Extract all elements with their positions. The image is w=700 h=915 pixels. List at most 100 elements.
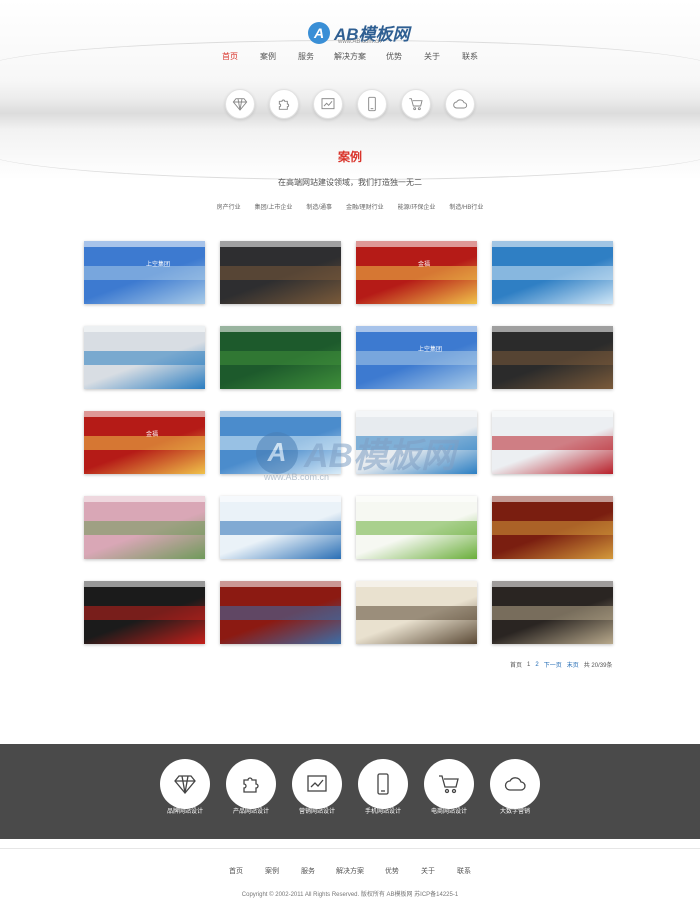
nav-about[interactable]: 关于 — [413, 51, 451, 62]
thumbnail-banner — [356, 351, 477, 366]
watermark-url: www.AB.com.cn — [264, 472, 330, 482]
nav-advantages[interactable]: 优势 — [375, 51, 413, 62]
puzzle-button[interactable] — [269, 89, 299, 119]
phone-icon — [377, 773, 389, 795]
service-label: 手机网站设计 — [364, 809, 401, 815]
thumbnail-banner — [220, 521, 341, 536]
thumbnail-banner — [220, 436, 341, 451]
thumbnail-banner — [492, 351, 613, 366]
case-thumbnail[interactable] — [84, 581, 205, 644]
cloud-button[interactable] — [445, 89, 475, 119]
service-mobile[interactable]: 手机网站设计 — [358, 759, 408, 815]
page-link[interactable]: 2 — [535, 662, 538, 668]
service-digital[interactable]: 大数字营销 — [490, 759, 540, 815]
phone-icon — [368, 96, 376, 112]
thumbnail-banner — [492, 606, 613, 621]
footer-link[interactable]: 案例 — [254, 866, 290, 876]
service-icon-row — [0, 89, 700, 119]
filter-item[interactable]: 能源/环保企业 — [398, 202, 436, 211]
thumbnail-header-bar — [84, 326, 205, 332]
thumbnail-header-bar — [492, 496, 613, 502]
case-thumbnail[interactable]: 金福 — [84, 411, 205, 474]
case-thumbnail[interactable] — [492, 496, 613, 559]
thumbnail-caption: 上空集团 — [418, 347, 443, 353]
thumbnail-banner — [84, 266, 205, 281]
filter-item[interactable]: 制造/HB行业 — [449, 202, 483, 211]
case-thumbnail[interactable] — [84, 326, 205, 389]
service-label: 营销网站设计 — [298, 809, 335, 815]
case-thumbnail[interactable] — [356, 496, 477, 559]
case-thumbnail[interactable] — [356, 581, 477, 644]
case-thumbnail[interactable]: 上空集团 — [356, 326, 477, 389]
thumbnail-header-bar — [492, 581, 613, 587]
service-brand[interactable]: 品牌网站设计 — [160, 759, 210, 815]
case-thumbnail[interactable] — [220, 581, 341, 644]
service-ecommerce[interactable]: 电商网站设计 — [424, 759, 474, 815]
service-product[interactable]: 产品网站设计 — [226, 759, 276, 815]
case-thumbnail[interactable]: 金福 — [356, 241, 477, 304]
service-label: 产品网站设计 — [232, 809, 269, 815]
thumbnail-banner — [492, 521, 613, 536]
thumbnail-caption: 上空集团 — [146, 262, 171, 268]
phone-button[interactable] — [357, 89, 387, 119]
page-next[interactable]: 下一页 — [544, 660, 562, 669]
service-ring — [160, 759, 210, 809]
nav-contact[interactable]: 联系 — [451, 51, 489, 62]
footer-link[interactable]: 解决方案 — [326, 866, 374, 876]
diamond-icon — [232, 98, 248, 111]
service-ring — [292, 759, 342, 809]
section-subtitle: 在高端网站建设领域，我们打造独一无二 — [278, 178, 422, 187]
service-ring — [424, 759, 474, 809]
filter-item[interactable]: 制造/通事 — [306, 202, 332, 211]
case-thumbnail[interactable] — [492, 241, 613, 304]
category-filters: 房产行业 集团/上市企业 制造/通事 金融/理财行业 能源/环保企业 制造/HB… — [0, 202, 700, 211]
page-last[interactable]: 末页 — [567, 660, 579, 669]
cart-button[interactable] — [401, 89, 431, 119]
case-thumbnail[interactable] — [356, 411, 477, 474]
filter-item[interactable]: 集团/上市企业 — [255, 202, 293, 211]
footer-nav: 首页 案例 服务 解决方案 优势 关于 联系 — [0, 866, 700, 876]
thumbnail-banner — [220, 351, 341, 366]
footer-divider — [0, 848, 700, 849]
footer-link[interactable]: 关于 — [410, 866, 446, 876]
nav-services[interactable]: 服务 — [287, 51, 325, 62]
chart-button[interactable] — [313, 89, 343, 119]
page-current: 1 — [527, 661, 531, 668]
thumbnail-header-bar — [492, 241, 613, 247]
thumbnail-header-bar — [220, 581, 341, 587]
nav-cases[interactable]: 案例 — [249, 51, 287, 62]
cloud-icon — [453, 99, 468, 109]
case-thumbnail[interactable] — [492, 411, 613, 474]
case-thumbnail[interactable]: 上空集团 — [84, 241, 205, 304]
footer-link[interactable]: 首页 — [218, 866, 254, 876]
case-thumbnail[interactable] — [220, 241, 341, 304]
thumbnail-caption: 金福 — [146, 432, 159, 438]
case-thumbnail[interactable] — [220, 326, 341, 389]
thumbnail-banner — [84, 436, 205, 451]
case-thumbnail[interactable] — [220, 496, 341, 559]
footer-link[interactable]: 服务 — [290, 866, 326, 876]
filter-item[interactable]: 金融/理财行业 — [346, 202, 384, 211]
service-marketing[interactable]: 营销网站设计 — [292, 759, 342, 815]
case-thumbnail[interactable] — [220, 411, 341, 474]
thumbnail-banner — [492, 266, 613, 281]
case-grid: 上空集团 金福 上空集团 金福 — [84, 241, 614, 644]
case-thumbnail[interactable] — [492, 326, 613, 389]
case-thumbnail[interactable] — [84, 496, 205, 559]
thumbnail-header-bar — [220, 326, 341, 332]
filter-item[interactable]: 房产行业 — [217, 202, 241, 211]
case-thumbnail[interactable] — [492, 581, 613, 644]
thumbnail-caption: 金福 — [418, 262, 431, 268]
thumbnail-header-bar — [356, 241, 477, 247]
nav-home[interactable]: 首页 — [211, 51, 249, 62]
service-ring — [358, 759, 408, 809]
thumbnail-header-bar — [492, 326, 613, 332]
copyright: Copyright © 2002-2011 All Rights Reserve… — [241, 892, 459, 898]
footer-link[interactable]: 联系 — [446, 866, 482, 876]
page-first[interactable]: 首页 — [510, 660, 522, 669]
cloud-icon — [504, 777, 526, 791]
footer-link[interactable]: 优势 — [374, 866, 410, 876]
section-title: 案例 — [337, 150, 362, 164]
diamond-button[interactable] — [225, 89, 255, 119]
nav-solutions[interactable]: 解决方案 — [325, 51, 375, 62]
